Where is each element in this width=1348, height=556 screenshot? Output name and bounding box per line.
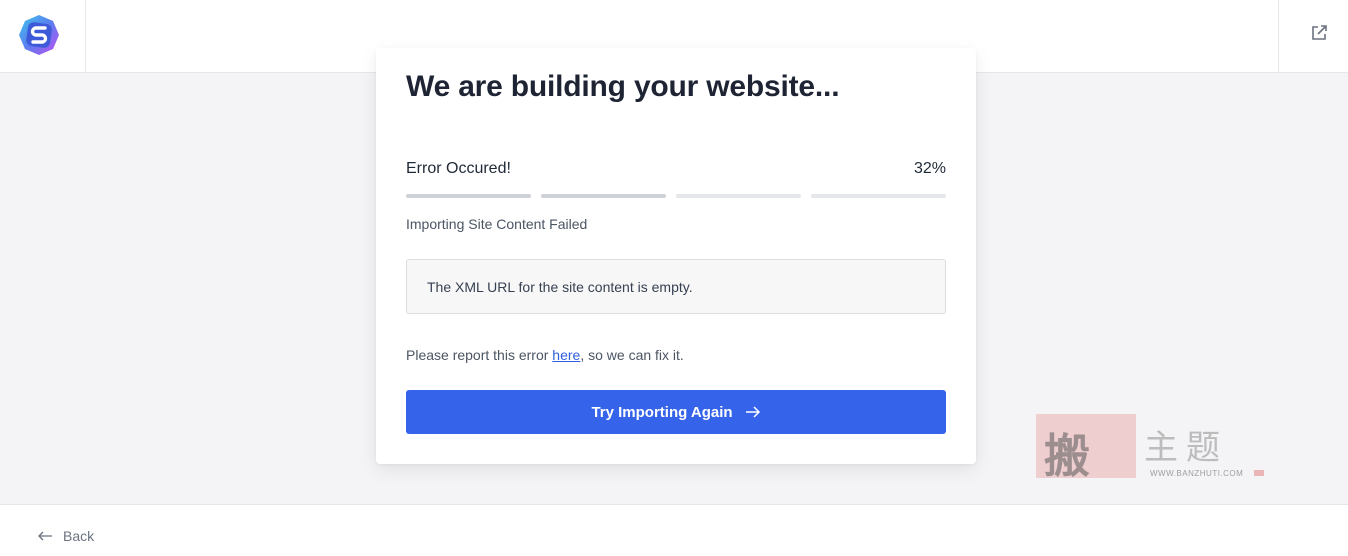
progress-bar bbox=[406, 194, 946, 198]
sub-status-text: Importing Site Content Failed bbox=[406, 216, 588, 232]
watermark-logo: 搬 主题 WWW.BANZHUTI.COM bbox=[1036, 412, 1266, 483]
starter-templates-logo-icon[interactable] bbox=[18, 14, 60, 56]
report-suffix: , so we can fix it. bbox=[580, 347, 684, 363]
watermark-stamp: 搬 bbox=[1036, 414, 1136, 483]
external-link-icon[interactable] bbox=[1310, 24, 1328, 42]
progress-segment bbox=[541, 194, 666, 198]
arrow-right-icon bbox=[745, 406, 760, 418]
report-link[interactable]: here bbox=[552, 347, 580, 363]
page-title: We are building your website... bbox=[406, 70, 840, 103]
progress-segment bbox=[811, 194, 946, 198]
try-importing-again-label: Try Importing Again bbox=[591, 403, 733, 421]
watermark-url: WWW.BANZHUTI.COM bbox=[1150, 469, 1244, 478]
status-text: Error Occured! bbox=[406, 160, 511, 177]
external-link-cell bbox=[1278, 0, 1348, 73]
bottom-bar: Back bbox=[0, 504, 1348, 556]
arrow-left-icon bbox=[38, 531, 52, 541]
import-status-card: We are building your website... Error Oc… bbox=[376, 48, 976, 464]
report-prefix: Please report this error bbox=[406, 347, 553, 363]
watermark-title: 主题 bbox=[1144, 428, 1228, 468]
status-row: Error Occured! 32% bbox=[406, 160, 946, 180]
try-importing-again-button[interactable]: Try Importing Again bbox=[406, 390, 946, 434]
error-box: The XML URL for the site content is empt… bbox=[406, 259, 946, 314]
watermark-stamp-text: 搬 bbox=[1044, 429, 1090, 483]
back-button[interactable]: Back bbox=[37, 528, 94, 544]
progress-segment bbox=[676, 194, 801, 198]
progress-segment bbox=[406, 194, 531, 198]
logo-cell bbox=[0, 0, 86, 73]
watermark-dot bbox=[1254, 470, 1264, 476]
progress-percent: 32% bbox=[913, 160, 946, 177]
error-message: The XML URL for the site content is empt… bbox=[427, 279, 693, 295]
back-label: Back bbox=[63, 528, 95, 544]
report-text: Please report this error here, so we can… bbox=[406, 347, 684, 363]
